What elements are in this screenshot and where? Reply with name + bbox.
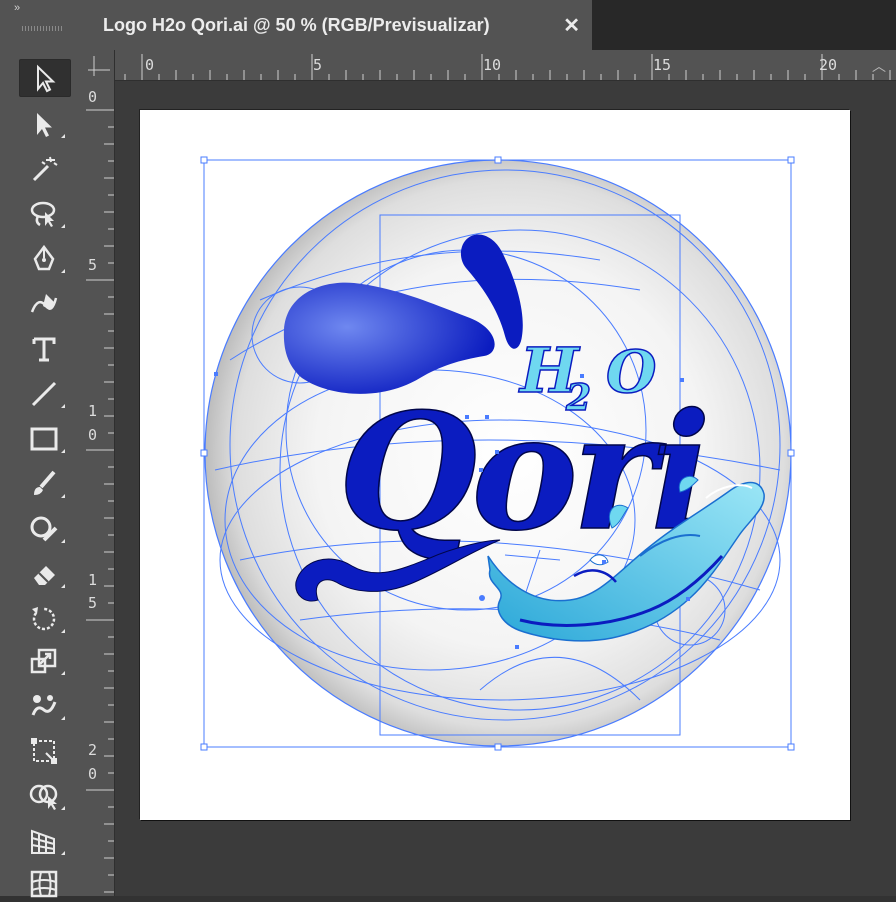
- resize-handle: [200, 743, 208, 751]
- resize-handle: [787, 743, 795, 751]
- resize-handle: [494, 156, 502, 164]
- resize-handle: [787, 449, 795, 457]
- resize-handle: [200, 156, 208, 164]
- logo-artwork[interactable]: H 2 O Qori: [0, 0, 896, 896]
- resize-handle: [787, 156, 795, 164]
- resize-handle: [200, 449, 208, 457]
- qori-wordmark: Qori: [338, 378, 705, 566]
- resize-handle: [494, 743, 502, 751]
